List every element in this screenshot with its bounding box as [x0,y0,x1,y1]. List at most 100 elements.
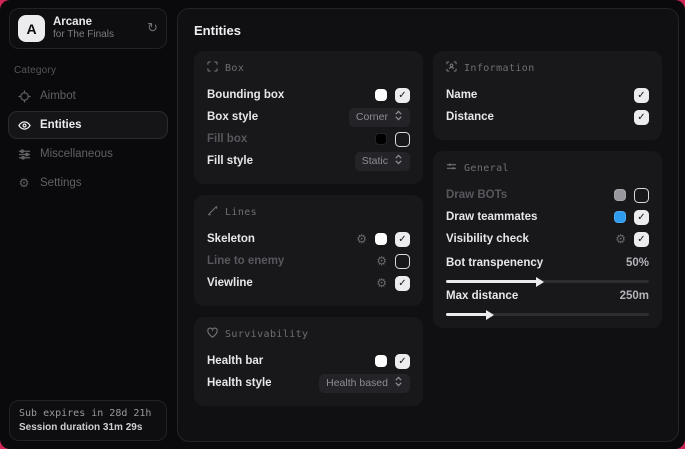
card-title: Survivability [225,329,308,340]
subscription-box: Sub expires in 28d 21h Session duration … [9,400,167,441]
slider-fill [446,280,537,283]
card-header: General [446,161,649,175]
box-style-dropdown[interactable]: Corner [349,108,410,127]
sidebar-nav: Aimbot Entities [0,82,176,197]
card-header: Survivability [207,327,410,341]
color-swatch[interactable] [375,355,387,367]
refresh-icon[interactable]: ↻ [147,21,158,36]
gear-icon[interactable]: ⚙ [376,276,387,290]
color-swatch[interactable] [614,211,626,223]
left-column: Box Bounding box Box style Corner [194,51,423,406]
chevron-up-down-icon [394,110,403,124]
checkbox-checked[interactable] [395,232,410,247]
slider-value: 50% [626,257,649,269]
setting-row: Fill box [207,128,410,150]
sidebar-item-settings[interactable]: ⚙ Settings [8,169,168,197]
card-header: Lines [207,205,410,219]
gear-icon[interactable]: ⚙ [356,232,367,246]
dropdown-value: Health based [326,377,388,389]
page-title: Entities [194,23,662,38]
card-title: General [464,163,509,174]
setting-row: Skeleton ⚙ [207,228,410,250]
sidebar-item-entities[interactable]: Entities [8,111,168,139]
checkbox-unchecked[interactable] [634,188,649,203]
color-swatch[interactable] [614,189,626,201]
card-survivability: Survivability Health bar Health style He… [194,317,423,406]
card-header: Information [446,61,649,75]
slider-group-bot-transparency: Bot transpenency 50% [446,252,649,283]
checkbox-checked[interactable] [634,110,649,125]
card-title: Information [464,63,535,74]
card-information: Information Name Distance [433,51,662,140]
card-title: Box [225,63,244,74]
gear-icon[interactable]: ⚙ [615,232,626,246]
health-style-dropdown[interactable]: Health based [319,374,410,393]
setting-label: Viewline [207,277,253,289]
card-lines: Lines Skeleton ⚙ Line to enemy ⚙ [194,195,423,306]
setting-label: Fill style [207,155,253,167]
checkbox-checked[interactable] [634,88,649,103]
color-swatch[interactable] [375,233,387,245]
sidebar-item-miscellaneous[interactable]: Miscellaneous [8,140,168,168]
setting-label: Draw BOTs [446,189,507,201]
setting-label: Bounding box [207,89,284,101]
setting-label: Skeleton [207,233,255,245]
slider-value: 250m [620,290,649,302]
category-label: Category [14,65,176,76]
slider-label: Bot transpenency [446,257,543,269]
gear-icon[interactable]: ⚙ [376,254,387,268]
setting-label: Distance [446,111,494,123]
dropdown-value: Static [362,155,388,167]
checkbox-checked[interactable] [395,354,410,369]
session-duration-text: Session duration 31m 29s [19,422,157,433]
sidebar: A Arcane for The Finals ↻ Category Aimbo… [0,0,176,449]
app-header: A Arcane for The Finals ↻ [9,8,167,49]
right-column: Information Name Distance [433,51,662,328]
setting-row: Viewline ⚙ [207,272,410,294]
slider-label: Max distance [446,290,518,302]
sidebar-item-label: Entities [40,119,82,131]
app-window: A Arcane for The Finals ↻ Category Aimbo… [0,0,685,449]
lines-icon [207,205,218,219]
setting-row: Visibility check ⚙ [446,228,649,250]
setting-label: Line to enemy [207,255,284,267]
fill-style-dropdown[interactable]: Static [355,152,410,171]
survivability-icon [207,327,218,341]
setting-row: Health style Health based [207,372,410,394]
setting-row: Distance [446,106,649,128]
screen: A Arcane for The Finals ↻ Category Aimbo… [0,0,685,449]
setting-label: Health style [207,377,272,389]
card-title: Lines [225,207,257,218]
setting-row: Bounding box [207,84,410,106]
setting-label: Name [446,89,477,101]
eye-scan-icon [17,119,31,132]
app-logo: A [18,15,45,42]
checkbox-checked[interactable] [395,88,410,103]
checkbox-checked[interactable] [634,210,649,225]
setting-label: Draw teammates [446,211,537,223]
sidebar-item-label: Aimbot [40,90,76,102]
sub-expires-text: Sub expires in 28d 21h [19,408,157,419]
card-general: General Draw BOTs Draw teammates [433,151,662,328]
sidebar-item-aimbot[interactable]: Aimbot [8,82,168,110]
setting-row: Draw teammates [446,206,649,228]
color-swatch[interactable] [375,89,387,101]
checkbox-unchecked[interactable] [395,254,410,269]
box-icon [207,61,218,75]
dropdown-value: Corner [356,111,388,123]
checkbox-unchecked[interactable] [395,132,410,147]
setting-row: Draw BOTs [446,184,649,206]
setting-row: Health bar [207,350,410,372]
app-title-block: Arcane for The Finals [53,15,139,42]
max-distance-slider[interactable] [446,313,649,316]
gear-icon: ⚙ [17,176,31,190]
slider-fill [446,313,487,316]
bot-transparency-slider[interactable] [446,280,649,283]
setting-label: Fill box [207,133,247,145]
checkbox-checked[interactable] [395,276,410,291]
checkbox-checked[interactable] [634,232,649,247]
color-swatch[interactable] [375,133,387,145]
app-subtitle: for The Finals [53,29,139,42]
setting-label: Visibility check [446,233,529,245]
app-name: Arcane [53,15,139,29]
